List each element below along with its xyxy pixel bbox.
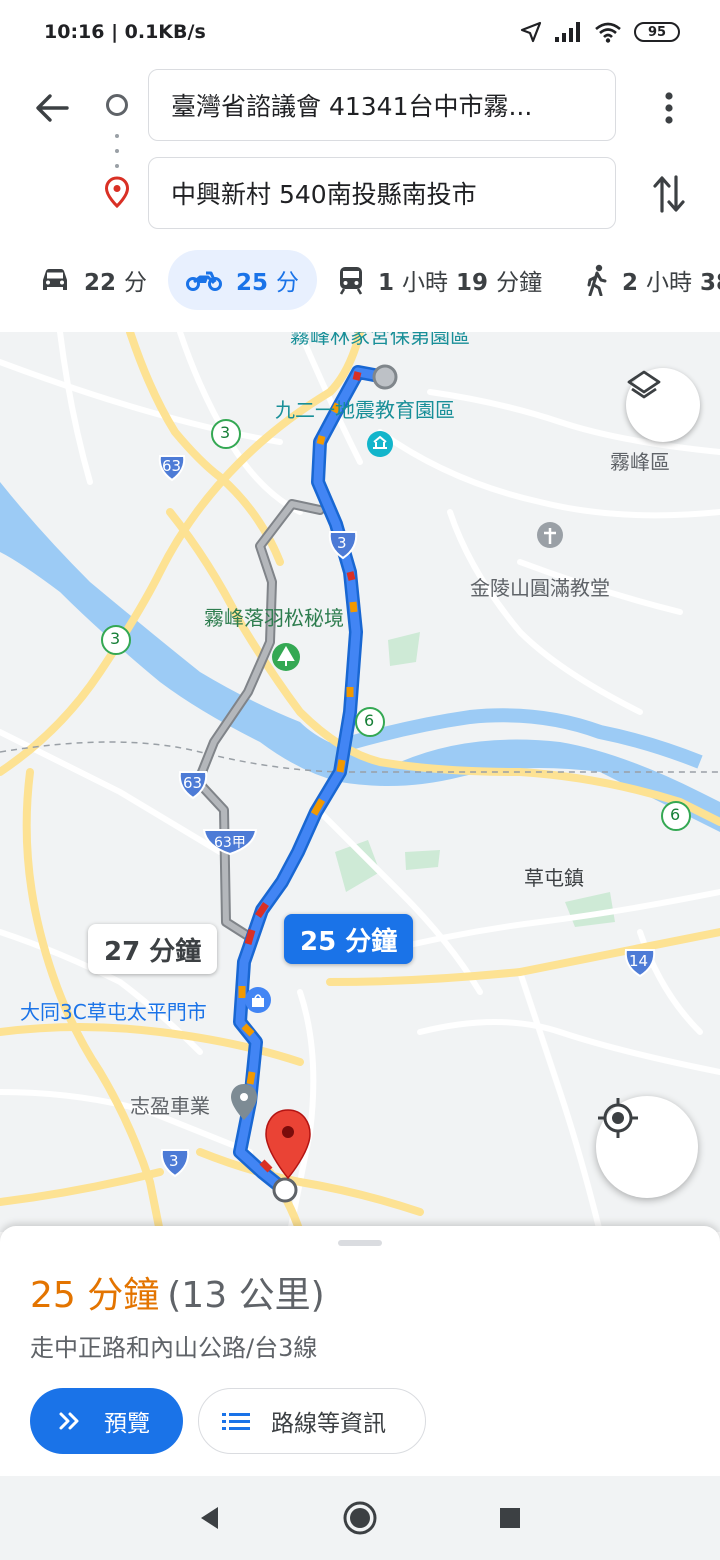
crosshair-icon [598,1098,638,1138]
walk-icon [587,264,607,296]
museum-poi-icon [367,431,393,457]
alternate-route-time[interactable]: 27 分鐘 [88,924,218,974]
walking-minutes-value: 38 [700,270,720,296]
transit-icon [339,267,363,295]
nav-home-button[interactable] [340,1498,380,1538]
map-view[interactable]: 3 63 3 3 6 6 63 63甲 14 3 霧峰林家宮保第園區 九二一地震… [0,332,720,1232]
signal-icon [555,22,580,42]
system-nav-bar [0,1476,720,1560]
double-chevron-icon [59,1412,79,1430]
layers-button[interactable] [626,368,700,442]
transit-hours-unit: 小時 [402,270,449,296]
road-shield-label: 3 [337,534,347,552]
location-arrow-icon [520,21,542,43]
traffic-segment [246,1071,256,1085]
road-shield-label: 3 [220,423,231,442]
battery-indicator: 95 [634,22,680,42]
directions-header: 臺灣省諮議會 41341台中市霧... 中興新村 540南投縣南投市 22 分 … [0,64,720,332]
map-label-top-cut: 霧峰林家宮保第園區 [290,332,470,348]
map-label-museum[interactable]: 九二一地震教育園區 [275,394,455,423]
route-summary: 25 分鐘 (13 公里) [30,1266,325,1318]
route-via: 走中正路和內山公路/台3線 [30,1334,318,1362]
nav-recents-icon [500,1508,520,1528]
road-shield-label: 63 [162,457,182,475]
traffic-segment [316,435,326,445]
tab-driving[interactable]: 22 分 [40,250,147,310]
map-label-district: 霧峰區 [610,450,670,474]
transit-minutes-value: 19 [456,270,489,296]
map-label-store[interactable]: 大同3C草屯太平門市 [20,996,207,1025]
driving-time-unit: 分 [124,270,148,296]
layers-icon [627,370,661,399]
sheet-drag-handle[interactable] [338,1240,382,1246]
traffic-segment [349,601,358,613]
nav-recents-button[interactable] [490,1498,530,1538]
route-details-label: 路線等資訊 [271,1411,386,1437]
park-area [405,850,440,870]
more-options-button[interactable] [648,82,690,134]
wifi-icon [595,22,621,43]
motorcycle-time-unit: 分 [276,270,300,296]
preview-label: 預覽 [104,1411,150,1437]
back-button[interactable] [26,82,78,134]
walking-hours-value: 2 [622,270,639,296]
road-shield-label: 63甲 [214,835,246,851]
road-shield-label: 6 [364,711,375,730]
route-distance: (13 公里) [167,1275,325,1316]
swap-button[interactable] [644,168,694,220]
traffic-segment [346,571,356,581]
car-icon [43,269,67,290]
route-details-button[interactable]: 路線等資訊 [198,1388,426,1454]
my-location-button[interactable] [596,1096,698,1198]
motorcycle-time-value: 25 [236,270,269,296]
origin-circle-icon [106,94,128,116]
tab-transit[interactable]: 1 小時 19 分鐘 [338,250,542,310]
transit-hours-value: 1 [378,270,395,296]
nav-home-icon [343,1501,377,1535]
map-label-car-shop[interactable]: 志盈車業 [130,1090,210,1119]
swap-vert-icon [653,175,685,213]
preview-button[interactable]: 預覽 [30,1388,183,1454]
travel-mode-tabs: 22 分 25 分 1 小時 19 分鐘 2 小時 38 [0,250,720,312]
driving-time-value: 22 [84,270,117,296]
tab-walking[interactable]: 2 小時 38 [586,250,720,310]
route-connector-dots [115,134,119,168]
route-duration: 25 分鐘 [30,1275,160,1316]
road-shield-label: 6 [670,805,681,824]
traffic-segment [244,929,256,945]
park-area [388,632,420,666]
walking-hours-unit: 小時 [646,270,693,296]
selected-route-time[interactable]: 25 分鐘 [284,914,414,964]
nav-back-button[interactable] [190,1498,230,1538]
back-arrow-icon [36,94,69,122]
list-icon [222,1413,250,1430]
status-icons: 95 [520,21,680,43]
origin-field[interactable]: 臺灣省諮議會 41341台中市霧... [148,69,616,141]
map-label-park[interactable]: 霧峰落羽松秘境 [204,602,344,631]
road-shield-label: 3 [169,1152,179,1170]
destination-field[interactable]: 中興新村 540南投縣南投市 [148,157,616,229]
road-shield-label: 3 [110,629,121,648]
traffic-segment [352,371,362,381]
more-vert-icon [665,92,673,124]
route-summary-sheet[interactable]: 25 分鐘 (13 公里) 走中正路和內山公路/台3線 預覽 路線等資訊 [0,1226,720,1476]
destination-pin-icon [104,176,130,208]
road-shield-label: 14 [629,952,649,970]
map-label-church[interactable]: 金陵山圓滿教堂 [470,572,610,601]
route-end-marker [272,1177,298,1203]
map-label-town: 草屯鎮 [524,866,584,890]
nav-back-icon [201,1507,218,1529]
road-shield-label: 63 [183,774,203,792]
traffic-segment [336,759,346,773]
status-time: 10:16 | 0.1KB/s [44,21,206,43]
tab-motorcycle[interactable]: 25 分 [168,250,318,310]
route-origin-marker [372,364,398,390]
transit-minutes-unit: 分鐘 [496,270,543,296]
motorcycle-icon [186,271,222,291]
status-bar: 10:16 | 0.1KB/s 95 [0,0,720,64]
